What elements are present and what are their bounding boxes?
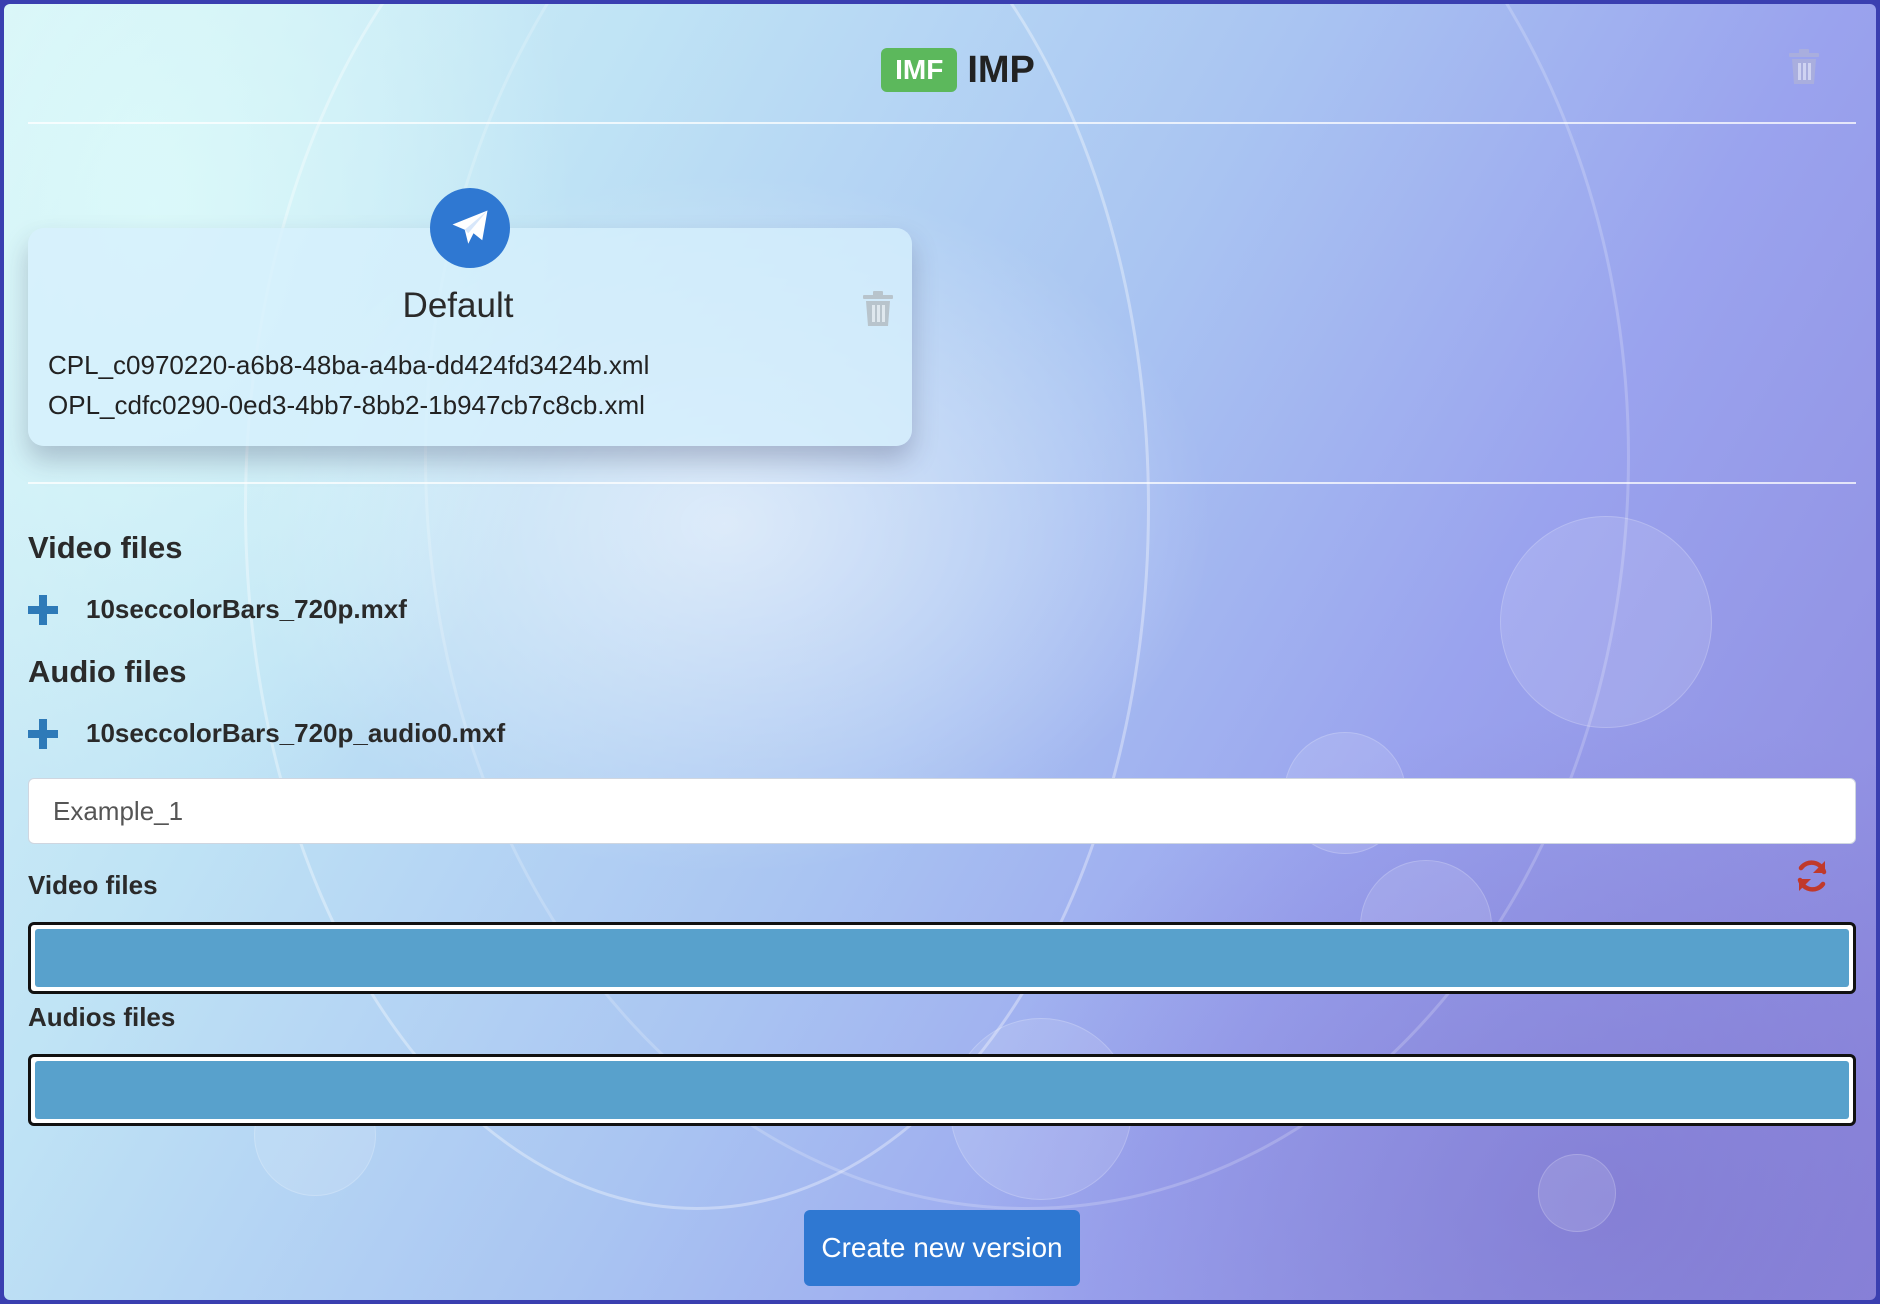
audio-file-name: 10seccolorBars_720p_audio0.mxf [86, 718, 506, 748]
video-dropzone-fill [35, 929, 1849, 987]
app-window: IMF IMP Default CPL_c0970220-a6b8-48ba-a… [4, 4, 1876, 1300]
composition-card[interactable]: Default CPL_c0970220-a6b8-48ba-a4ba-dd42… [28, 188, 912, 446]
audio-file-item[interactable]: 10seccolorBars_720p_audio0.mxf [28, 718, 505, 749]
opl-file: OPL_cdfc0290-0ed3-4bb7-8bb2-1b947cb7c8cb… [48, 390, 645, 420]
background-bubble [1538, 1154, 1616, 1232]
video-files-dropzone[interactable] [28, 922, 1856, 994]
audio-dropzone-fill [35, 1061, 1849, 1119]
video-file-name: 10seccolorBars_720p.mxf [86, 594, 407, 624]
header-divider [28, 122, 1856, 124]
create-version-button[interactable]: Create new version [804, 1210, 1080, 1286]
refresh-icon[interactable] [1794, 858, 1830, 899]
video-files-label: Video files [28, 870, 158, 900]
page-title: IMP [967, 48, 1035, 91]
audio-files-label: Audios files [28, 1002, 176, 1032]
audio-files-heading: Audio files [28, 654, 187, 689]
imf-badge: IMF [881, 48, 958, 92]
plus-icon[interactable] [28, 718, 58, 749]
composition-title: Default [402, 286, 514, 325]
background-bubble [1500, 516, 1712, 728]
trash-icon[interactable] [1788, 48, 1820, 91]
paper-plane-icon [430, 188, 510, 268]
audio-files-dropzone[interactable] [28, 1054, 1856, 1126]
plus-icon[interactable] [28, 594, 58, 625]
video-file-item[interactable]: 10seccolorBars_720p.mxf [28, 594, 407, 625]
section-divider [28, 482, 1856, 484]
delete-composition-icon[interactable] [862, 290, 894, 333]
version-name-input[interactable] [28, 778, 1856, 844]
cpl-file: CPL_c0970220-a6b8-48ba-a4ba-dd424fd3424b… [48, 350, 650, 380]
page-header: IMF IMP [4, 48, 1876, 92]
video-files-heading: Video files [28, 530, 183, 565]
